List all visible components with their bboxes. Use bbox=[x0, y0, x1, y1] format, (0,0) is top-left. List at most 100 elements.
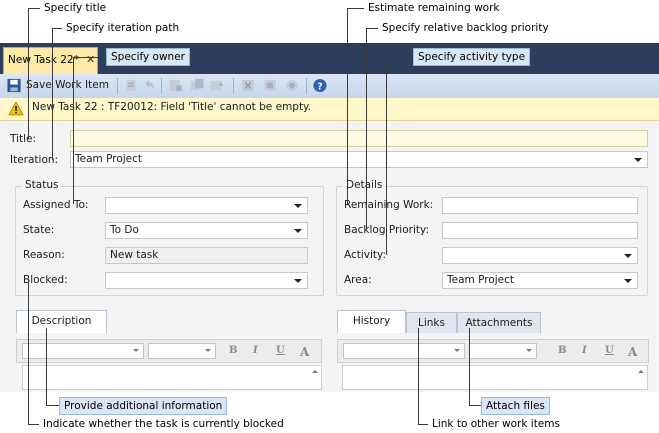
undo-icon[interactable] bbox=[141, 78, 157, 93]
leader-line bbox=[347, 8, 348, 204]
font-color-button[interactable]: A bbox=[300, 345, 309, 359]
remaining-work-label: Remaining Work: bbox=[344, 199, 434, 211]
underline-button[interactable]: U bbox=[276, 345, 285, 356]
reason-field: New task bbox=[105, 247, 308, 264]
leader-line bbox=[347, 8, 364, 9]
iteration-dropdown[interactable]: Team Project bbox=[70, 151, 648, 168]
state-dropdown[interactable]: To Do bbox=[105, 222, 308, 239]
history-format-toolbar: B I U A bbox=[337, 339, 649, 363]
callout-estimate-remaining-work: Estimate remaining work bbox=[364, 0, 504, 16]
chevron-down-icon[interactable] bbox=[294, 229, 302, 233]
leader-line bbox=[73, 57, 108, 58]
description-format-toolbar: B I U A bbox=[16, 339, 322, 363]
area-value: Team Project bbox=[447, 274, 515, 286]
underline-button[interactable]: U bbox=[605, 345, 614, 356]
area-label: Area: bbox=[344, 274, 372, 286]
leader-line bbox=[28, 8, 29, 139]
font-size-combo[interactable] bbox=[469, 343, 537, 359]
title-field[interactable] bbox=[70, 130, 648, 147]
bold-button[interactable]: B bbox=[558, 345, 566, 356]
history-editor[interactable] bbox=[342, 365, 648, 390]
font-name-combo[interactable] bbox=[343, 343, 465, 359]
scroll-up-icon[interactable] bbox=[638, 370, 644, 373]
leader-line bbox=[469, 405, 481, 406]
blocked-dropdown[interactable] bbox=[105, 272, 308, 289]
italic-button[interactable]: I bbox=[582, 345, 587, 356]
leader-line bbox=[386, 57, 387, 255]
toolbar-separator bbox=[117, 78, 118, 94]
tab-description[interactable]: Description bbox=[16, 310, 107, 333]
snapshot-icon[interactable] bbox=[284, 78, 300, 93]
leader-line bbox=[386, 57, 413, 58]
bold-button[interactable]: B bbox=[229, 345, 237, 356]
title-label: Title: bbox=[10, 133, 37, 145]
leader-line bbox=[469, 328, 470, 406]
chevron-down-icon[interactable] bbox=[624, 279, 632, 283]
chevron-down-icon[interactable] bbox=[624, 254, 632, 258]
chevron-down-icon[interactable] bbox=[133, 349, 139, 352]
copy-item-icon[interactable] bbox=[189, 78, 205, 93]
work-item-form: Title: Iteration: Team Project Status As… bbox=[0, 121, 659, 433]
open-in-project-icon[interactable] bbox=[262, 78, 278, 93]
leader-line bbox=[418, 424, 428, 425]
warning-icon bbox=[8, 101, 24, 116]
chevron-down-icon[interactable] bbox=[526, 349, 532, 352]
toolbar-separator bbox=[233, 78, 234, 94]
callout-specify-backlog-priority: Specify relative backlog priority bbox=[378, 20, 553, 36]
italic-button[interactable]: I bbox=[253, 345, 258, 356]
reason-label: Reason: bbox=[23, 249, 65, 261]
send-mail-icon[interactable] bbox=[209, 78, 225, 93]
leader-line bbox=[46, 405, 59, 406]
tab-history[interactable]: History bbox=[337, 310, 406, 333]
status-group-label: Status bbox=[22, 179, 62, 191]
chevron-down-icon[interactable] bbox=[454, 349, 460, 352]
refresh-icon[interactable] bbox=[123, 78, 139, 93]
open-in-excel-icon[interactable] bbox=[240, 78, 256, 93]
leader-line bbox=[28, 280, 29, 424]
backlog-priority-field[interactable] bbox=[442, 222, 638, 239]
help-icon[interactable]: ? bbox=[312, 78, 328, 93]
callout-provide-additional-info: Provide additional information bbox=[59, 397, 228, 415]
leader-line bbox=[28, 8, 40, 9]
validation-info-bar: New Task 22 : TF20012: Field 'Title' can… bbox=[0, 98, 659, 121]
save-icon[interactable] bbox=[6, 78, 22, 93]
chevron-down-icon[interactable] bbox=[294, 279, 302, 283]
chevron-down-icon[interactable] bbox=[205, 349, 211, 352]
close-icon[interactable]: ✕ bbox=[86, 53, 95, 66]
font-size-combo[interactable] bbox=[148, 343, 216, 359]
leader-line bbox=[52, 28, 62, 29]
toolbar-separator bbox=[306, 78, 307, 94]
details-group-label: Details bbox=[343, 179, 386, 191]
callout-specify-owner: Specify owner bbox=[106, 48, 190, 66]
leader-line bbox=[46, 328, 47, 406]
tab-links[interactable]: Links bbox=[406, 312, 457, 333]
assigned-to-label: Assigned To: bbox=[23, 199, 89, 211]
activity-dropdown[interactable] bbox=[442, 247, 638, 264]
state-label: State: bbox=[23, 224, 55, 236]
state-value: To Do bbox=[110, 224, 139, 236]
area-dropdown[interactable]: Team Project bbox=[442, 272, 638, 289]
callout-specify-activity-type: Specify activity type bbox=[413, 48, 531, 66]
chevron-down-icon[interactable] bbox=[294, 204, 302, 208]
remaining-work-field[interactable] bbox=[442, 197, 638, 214]
description-editor[interactable] bbox=[22, 365, 322, 390]
reason-value: New task bbox=[110, 249, 159, 261]
work-item-document-tab[interactable]: New Task 22* ✕ bbox=[3, 47, 98, 74]
new-linked-item-icon[interactable] bbox=[167, 78, 183, 93]
document-tab-strip bbox=[0, 43, 659, 74]
save-work-item-button[interactable]: Save Work Item bbox=[26, 79, 109, 91]
activity-label: Activity: bbox=[344, 249, 387, 261]
chevron-down-icon[interactable] bbox=[634, 158, 642, 162]
callout-specify-title: Specify title bbox=[40, 0, 111, 16]
iteration-label: Iteration: bbox=[10, 154, 59, 166]
font-name-combo[interactable] bbox=[22, 343, 144, 359]
callout-link-other-items: Link to other work items bbox=[428, 416, 564, 432]
work-item-toolbar: Save Work Item ? bbox=[0, 74, 659, 99]
scroll-up-icon[interactable] bbox=[312, 370, 318, 373]
blocked-label: Blocked: bbox=[23, 274, 68, 286]
font-color-button[interactable]: A bbox=[628, 345, 637, 359]
assigned-to-dropdown[interactable] bbox=[105, 197, 308, 214]
iteration-value: Team Project bbox=[75, 153, 143, 165]
svg-text:?: ? bbox=[317, 81, 322, 92]
toolbar-separator bbox=[161, 78, 162, 94]
